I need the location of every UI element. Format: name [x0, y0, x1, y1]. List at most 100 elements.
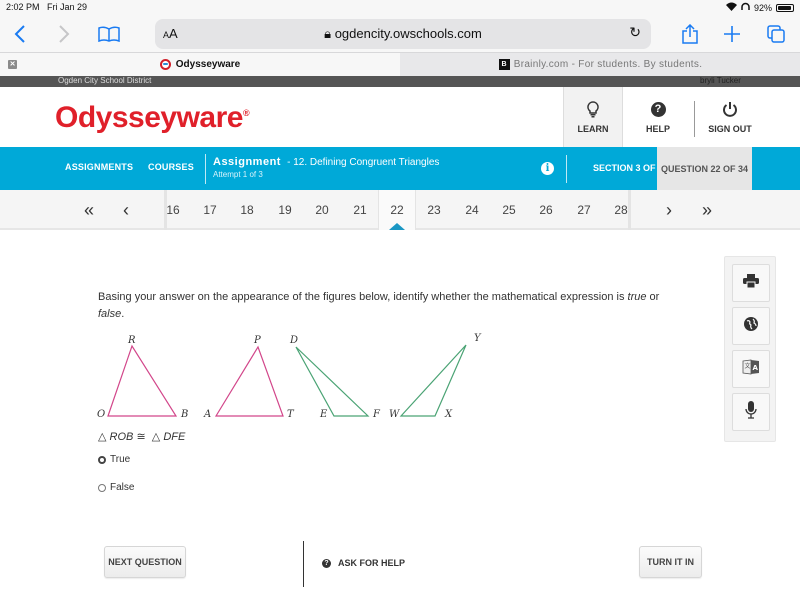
address-bar[interactable]: AA 🔒︎ ogdencity.owschools.com ↻	[155, 19, 651, 49]
first-page-button[interactable]: «	[84, 200, 94, 221]
brainly-favicon-icon: B	[498, 59, 510, 70]
assignment-title: Assignment - 12. Defining Congruent Tria…	[213, 156, 440, 168]
label-a: A	[203, 409, 211, 420]
close-tab-icon[interactable]: ✕	[8, 60, 17, 69]
math-expression: △ ROB ≅ △ DFE	[98, 431, 186, 443]
battery-icon	[776, 3, 794, 12]
district-name: Ogden City School District	[58, 76, 152, 85]
lightbulb-icon	[587, 100, 599, 118]
label-b: B	[180, 409, 188, 420]
label-p: P	[253, 335, 261, 346]
triangle-wxy	[399, 344, 467, 417]
text-to-speech-button[interactable]	[732, 393, 770, 431]
lock-icon: 🔒︎	[324, 26, 332, 41]
page-16[interactable]: 16	[158, 203, 188, 217]
label-t: T	[287, 409, 295, 420]
page-19[interactable]: 19	[270, 203, 300, 217]
previous-page-button[interactable]: ‹	[123, 200, 129, 221]
turn-it-in-button[interactable]: TURN IT IN	[639, 546, 702, 578]
globe-icon	[744, 316, 758, 336]
page-18[interactable]: 18	[232, 203, 262, 217]
language-button[interactable]	[732, 307, 770, 345]
browser-tabs: ✕ Odysseyware B Brainly.com - For studen…	[0, 52, 800, 76]
status-right: 92%	[725, 2, 794, 13]
reload-icon[interactable]: ↻	[629, 24, 641, 41]
label-w: W	[389, 409, 400, 420]
assignment-nav: ASSIGNMENTS COURSES Assignment - 12. Def…	[0, 147, 800, 190]
radio-false[interactable]	[98, 483, 106, 492]
sign-out-button[interactable]: SIGN OUT	[700, 87, 760, 147]
odysseyware-logo[interactable]: Odysseyware®	[55, 101, 250, 135]
current-page-caret	[389, 223, 405, 230]
page-28[interactable]: 28	[606, 203, 636, 217]
label-x: X	[444, 409, 453, 420]
page-23[interactable]: 23	[419, 203, 449, 217]
microphone-icon	[745, 400, 757, 424]
help-icon: ?	[322, 558, 331, 568]
page-20[interactable]: 20	[307, 203, 337, 217]
site-header: Odysseyware® LEARN ? HELP SIGN OUT	[0, 87, 800, 147]
new-tab-icon[interactable]	[718, 20, 746, 48]
label-d: D	[289, 335, 298, 346]
page-26[interactable]: 26	[531, 203, 561, 217]
side-toolbar: 文A	[724, 256, 776, 442]
ask-for-help-button[interactable]: ? ASK FOR HELP	[322, 558, 405, 568]
odysseyware-favicon-icon	[159, 59, 171, 70]
forward-icon[interactable]	[50, 20, 78, 48]
tabs-icon[interactable]	[762, 20, 790, 48]
page-27[interactable]: 27	[569, 203, 599, 217]
print-icon	[743, 273, 759, 293]
label-y: Y	[474, 333, 482, 344]
browser-toolbar: AA 🔒︎ ogdencity.owschools.com ↻	[0, 16, 800, 52]
last-page-button[interactable]: »	[702, 200, 712, 221]
back-icon[interactable]	[6, 20, 34, 48]
tab-odysseyware[interactable]: ✕ Odysseyware	[0, 53, 400, 76]
page-17[interactable]: 17	[195, 203, 225, 217]
wifi-icon	[725, 2, 737, 13]
tab-brainly[interactable]: B Brainly.com - For students. By student…	[401, 53, 800, 76]
user-name: bryli Tucker	[700, 76, 741, 85]
svg-text:A: A	[753, 364, 759, 372]
next-question-button[interactable]: NEXT QUESTION	[104, 546, 186, 578]
next-page-button[interactable]: ›	[666, 200, 672, 221]
triangle-pat	[214, 345, 284, 417]
header-divider	[694, 101, 695, 137]
option-false[interactable]: False	[98, 482, 134, 493]
power-icon	[722, 100, 738, 118]
question-prompt: Basing your answer on the appearance of …	[98, 291, 660, 320]
page-21[interactable]: 21	[345, 203, 375, 217]
svg-text:文: 文	[745, 362, 751, 370]
triangle-def	[295, 346, 370, 417]
help-button[interactable]: ? HELP	[628, 87, 688, 147]
nav-divider	[566, 155, 567, 183]
district-bar: Ogden City School District bryli Tucker	[0, 76, 800, 87]
pager-divider	[628, 190, 631, 230]
translate-button[interactable]: 文A	[732, 350, 770, 388]
question-pager: « ‹ 16 17 18 19 20 21 22 23 24 25 26 27 …	[0, 190, 800, 230]
nav-divider	[205, 154, 206, 184]
page-25[interactable]: 25	[494, 203, 524, 217]
url-display[interactable]: 🔒︎ ogdencity.owschools.com	[155, 26, 651, 42]
ios-status-bar: 2:02 PM Fri Jan 29 92%	[0, 0, 800, 16]
page-24[interactable]: 24	[457, 203, 487, 217]
attempt-count: Attempt 1 of 3	[213, 170, 263, 179]
info-icon[interactable]: i	[541, 162, 554, 175]
battery-percent: 92%	[753, 2, 772, 13]
label-r: R	[127, 335, 136, 346]
page-22-current[interactable]: 22	[382, 203, 412, 217]
footer-divider	[303, 541, 304, 587]
triangle-rob	[107, 344, 178, 417]
label-f: F	[372, 409, 381, 420]
label-e: E	[319, 409, 328, 420]
label-o: O	[97, 409, 105, 420]
bookmarks-icon[interactable]	[95, 20, 123, 48]
headphones-icon	[741, 2, 750, 13]
nav-assignments[interactable]: ASSIGNMENTS	[65, 162, 133, 172]
share-icon[interactable]	[676, 20, 704, 48]
option-true[interactable]: True	[98, 454, 130, 465]
radio-true[interactable]	[98, 455, 106, 464]
nav-courses[interactable]: COURSES	[148, 162, 194, 172]
learn-button[interactable]: LEARN	[563, 87, 623, 147]
triangles-figure: R O B P A T D E F Y W X	[97, 333, 482, 420]
print-button[interactable]	[732, 264, 770, 302]
